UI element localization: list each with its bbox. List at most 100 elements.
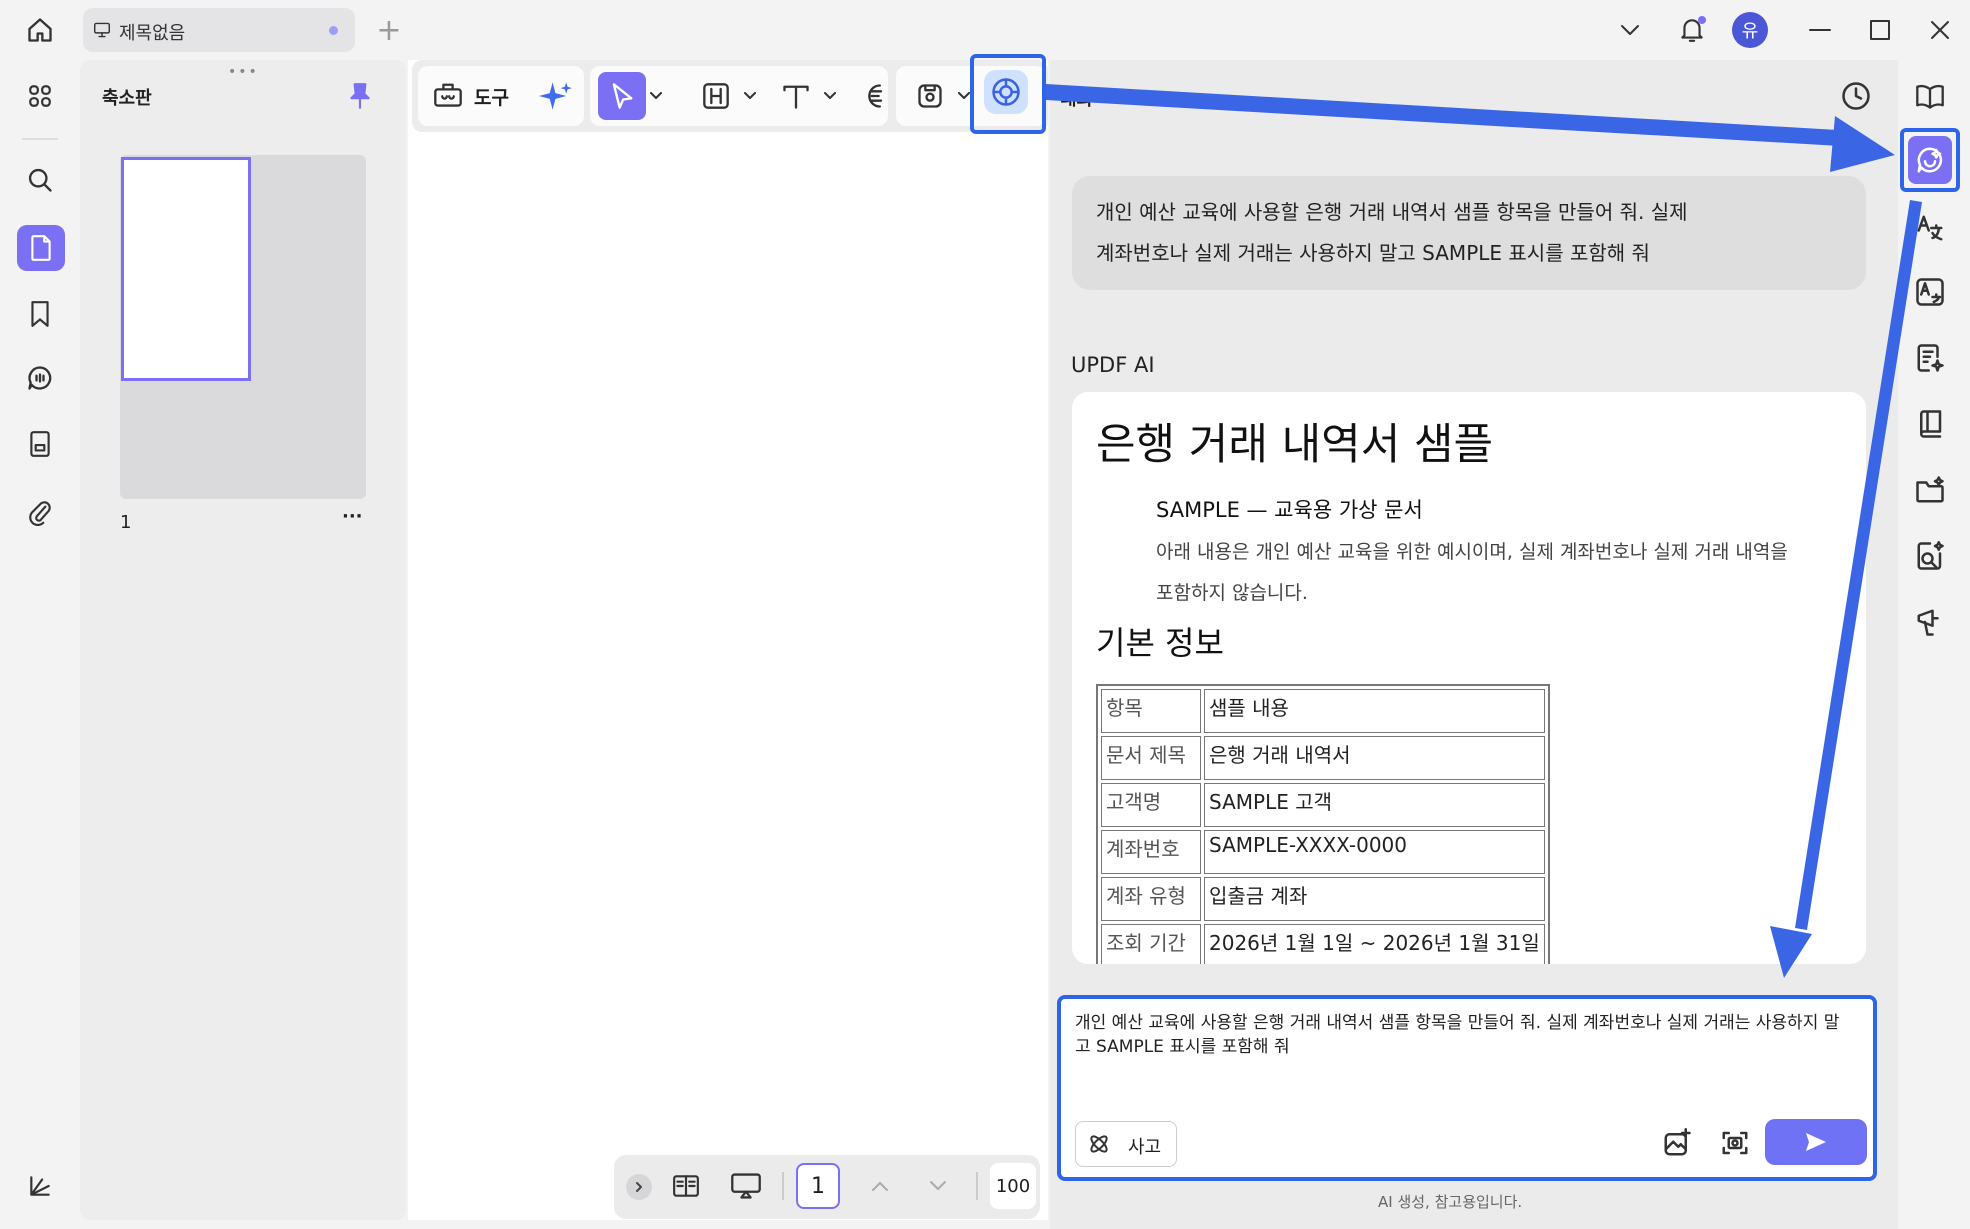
image-upload-icon[interactable] xyxy=(1657,1123,1697,1163)
chevron-down-icon[interactable] xyxy=(742,84,758,108)
chevron-down-icon[interactable] xyxy=(1612,14,1648,46)
avatar[interactable]: 유 xyxy=(1732,12,1768,48)
table-row: 문서 제목 은행 거래 내역서 xyxy=(1101,736,1545,780)
table-row: 계좌 유형 입출금 계좌 xyxy=(1101,877,1545,921)
new-tab-button[interactable]: + xyxy=(371,12,407,48)
think-mode-button[interactable]: 사고 xyxy=(1075,1121,1177,1167)
expand-arrow-icon[interactable] xyxy=(626,1174,652,1200)
thumbnail-more-button[interactable]: ··· xyxy=(342,506,363,527)
user-message-text: 개인 예산 교육에 사용할 은행 거래 내역서 샘플 항목을 만들어 줘. 실제… xyxy=(1096,192,1836,274)
table-row: 조회 기간 2026년 1월 1일 ~ 2026년 1월 31일 xyxy=(1101,924,1545,964)
screenshot-icon[interactable] xyxy=(1715,1123,1755,1163)
response-paragraph: 아래 내용은 개인 예산 교육을 위한 예시이며, 실제 계좌번호나 실제 거래… xyxy=(1156,541,1788,604)
reading-mode-icon[interactable] xyxy=(668,1168,704,1204)
bookmark-icon[interactable] xyxy=(20,294,60,334)
tab-title: 제목없음 xyxy=(119,23,186,44)
ai-button-highlight xyxy=(970,54,1046,134)
chevron-down-icon[interactable] xyxy=(822,84,838,108)
chevron-down-icon[interactable] xyxy=(922,1170,954,1202)
unsaved-dot xyxy=(329,26,338,35)
thumbnail-panel: ••• 축소판 1 ··· xyxy=(80,60,406,1220)
chat-title: 대화 xyxy=(1060,89,1094,110)
think-label: 사고 xyxy=(1128,1137,1162,1158)
select-tool-button[interactable] xyxy=(598,72,646,120)
maximize-icon[interactable] xyxy=(1860,10,1900,50)
sample-note: SAMPLE — 교육용 가상 문서 xyxy=(1156,498,1423,522)
layers-icon[interactable] xyxy=(20,1166,60,1206)
history-icon[interactable] xyxy=(1836,76,1876,116)
tools-button[interactable]: 도구 xyxy=(474,83,509,110)
table-row: 계좌번호 SAMPLE-XXXX-0000 xyxy=(1101,830,1545,874)
table-cell: 고객명 xyxy=(1101,783,1201,827)
table-cell: 문서 제목 xyxy=(1101,736,1201,780)
close-icon[interactable] xyxy=(1920,10,1960,50)
stamp-icon[interactable] xyxy=(20,424,60,464)
table-cell: 2026년 1월 1일 ~ 2026년 1월 31일 xyxy=(1204,924,1545,964)
chevron-up-icon[interactable] xyxy=(864,1170,896,1202)
translate-icon[interactable] xyxy=(1910,208,1950,248)
book-icon[interactable] xyxy=(1910,404,1950,444)
user-message-line: 개인 예산 교육에 사용할 은행 거래 내역서 샘플 항목을 만들어 줘. 실제 xyxy=(1096,200,1688,224)
rail-divider xyxy=(22,138,58,140)
ai-sender-label: UPDF AI xyxy=(1071,353,1155,377)
document-canvas[interactable] xyxy=(408,60,1048,1220)
pagebar-divider xyxy=(976,1172,978,1200)
save-icon[interactable] xyxy=(910,76,950,116)
drag-handle[interactable]: ••• xyxy=(228,64,259,80)
folder-ai-icon[interactable] xyxy=(1910,470,1950,510)
notification-dot xyxy=(1698,16,1706,24)
pagebar-divider xyxy=(782,1172,784,1200)
table-header-cell: 항목 xyxy=(1101,689,1201,733)
chevron-down-icon[interactable] xyxy=(648,84,664,108)
ai-sparkle-icon[interactable] xyxy=(536,76,576,116)
presenter-icon[interactable] xyxy=(1910,602,1950,642)
ocr-icon[interactable] xyxy=(1910,272,1950,312)
page-number-input[interactable]: 1 xyxy=(796,1163,840,1209)
list-tool-icon[interactable] xyxy=(856,76,892,116)
table-cell: 조회 기간 xyxy=(1101,924,1201,964)
user-message-line: 계좌번호나 실제 거래는 사용하지 말고 SAMPLE 표시를 포함해 줘 xyxy=(1096,241,1650,265)
text-tool-icon[interactable] xyxy=(776,76,816,116)
ai-disclaimer: AI 생성, 참고용입니다. xyxy=(1378,1193,1523,1211)
ai-chat-tab-highlight xyxy=(1900,128,1960,192)
table-header-cell: 샘플 내용 xyxy=(1204,689,1545,733)
page-thumbnail[interactable] xyxy=(121,157,251,381)
table-cell: 입출금 계좌 xyxy=(1204,877,1545,921)
document-tab[interactable]: 제목없음 xyxy=(83,8,355,52)
minimize-icon[interactable] xyxy=(1800,10,1840,50)
info-table: 항목 샘플 내용 문서 제목 은행 거래 내역서 고객명 SAMPLE 고객 계… xyxy=(1096,684,1550,964)
search-icon[interactable] xyxy=(20,160,60,200)
pin-icon[interactable] xyxy=(342,78,378,114)
table-cell: 계좌 유형 xyxy=(1101,877,1201,921)
panel-title: 축소판 xyxy=(102,88,152,109)
monitor-icon xyxy=(91,20,113,40)
search-document-icon[interactable] xyxy=(1910,536,1950,576)
zoom-level[interactable]: 100 xyxy=(990,1163,1036,1209)
thumbnail-page-number: 1 xyxy=(120,512,132,533)
send-button[interactable] xyxy=(1765,1119,1867,1165)
table-cell: 은행 거래 내역서 xyxy=(1204,736,1545,780)
page-icon[interactable] xyxy=(17,225,65,271)
table-cell: 계좌번호 xyxy=(1101,830,1201,874)
heading-tool-icon[interactable] xyxy=(698,76,734,116)
home-icon[interactable] xyxy=(20,10,60,50)
attachment-icon[interactable] xyxy=(20,492,60,532)
table-cell: SAMPLE-XXXX-0000 xyxy=(1204,830,1545,874)
toolbox-icon[interactable] xyxy=(430,76,466,112)
ai-response-card: 은행 거래 내역서 샘플 SAMPLE — 교육용 가상 문서 아래 내용은 개… xyxy=(1072,392,1866,964)
response-heading: 은행 거래 내역서 샘플 xyxy=(1096,420,1494,470)
table-row: 고객명 SAMPLE 고객 xyxy=(1101,783,1545,827)
bell-icon[interactable] xyxy=(1672,10,1712,50)
atom-icon xyxy=(1086,1131,1112,1157)
grid-icon[interactable] xyxy=(20,76,60,116)
presentation-icon[interactable] xyxy=(726,1168,766,1204)
ai-summary-icon[interactable] xyxy=(1910,338,1950,378)
section-heading: 기본 정보 xyxy=(1096,624,1224,662)
comment-icon[interactable] xyxy=(20,358,60,398)
table-header-row: 항목 샘플 내용 xyxy=(1101,689,1545,733)
book-open-icon[interactable] xyxy=(1910,76,1950,116)
table-cell: SAMPLE 고객 xyxy=(1204,783,1545,827)
chat-input-field[interactable]: 개인 예산 교육에 사용할 은행 거래 내역서 샘플 항목을 만들어 줘. 실제… xyxy=(1075,1011,1855,1059)
user-message-bubble: 개인 예산 교육에 사용할 은행 거래 내역서 샘플 항목을 만들어 줘. 실제… xyxy=(1072,176,1866,290)
chat-input-box[interactable]: 개인 예산 교육에 사용할 은행 거래 내역서 샘플 항목을 만들어 줘. 실제… xyxy=(1057,995,1877,1181)
